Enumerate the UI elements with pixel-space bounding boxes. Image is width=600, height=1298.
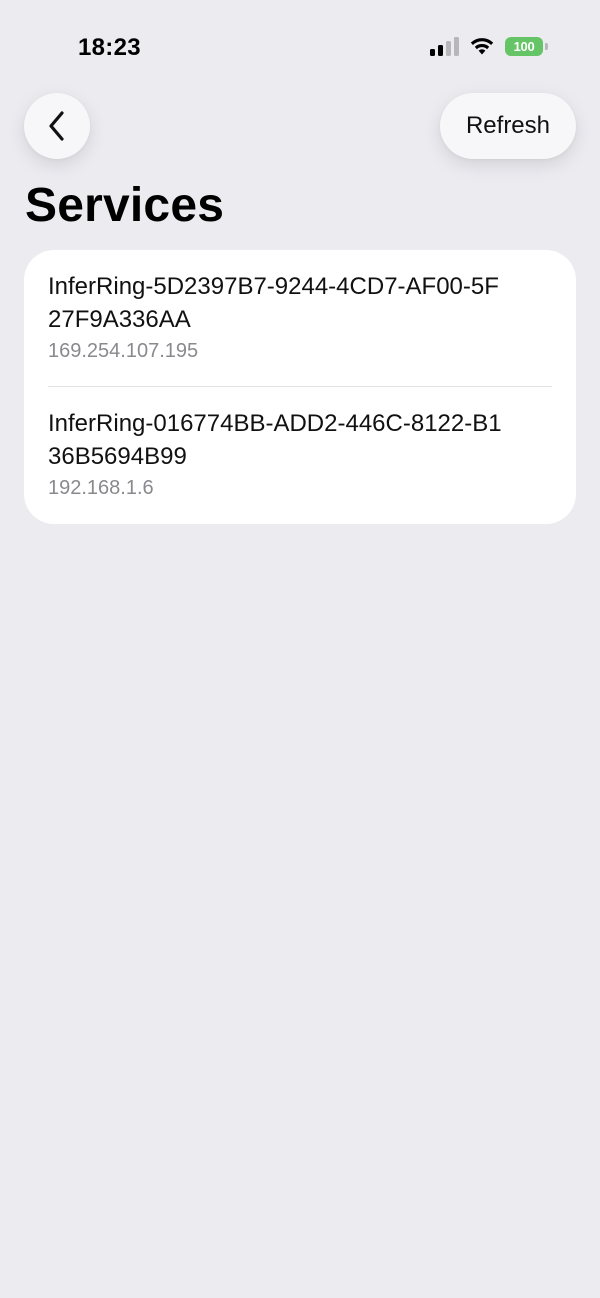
list-divider — [48, 386, 552, 387]
service-item[interactable]: InferRing-016774BB-ADD2-446C-8122-B136B5… — [48, 407, 552, 502]
cellular-signal-icon — [430, 36, 459, 56]
service-ip: 192.168.1.6 — [48, 477, 154, 499]
status-icons: 100 — [430, 36, 548, 56]
service-ip: 169.254.107.195 — [48, 340, 199, 362]
service-item[interactable]: InferRing-5D2397B7-9244-4CD7-AF00-5F27F9… — [48, 270, 552, 365]
chevron-left-icon — [49, 111, 64, 141]
back-button[interactable] — [24, 93, 90, 159]
service-name: InferRing-016774BB-ADD2-446C-8122-B136B5… — [48, 410, 502, 470]
wifi-icon — [470, 38, 494, 55]
status-bar: 18:23 100 — [0, 0, 600, 96]
status-time: 18:23 — [78, 34, 141, 61]
refresh-button[interactable]: Refresh — [440, 93, 576, 159]
page-title: Services — [25, 179, 225, 232]
service-name: InferRing-5D2397B7-9244-4CD7-AF00-5F27F9… — [48, 273, 499, 333]
services-list: InferRing-5D2397B7-9244-4CD7-AF00-5F27F9… — [24, 250, 576, 524]
battery-icon: 100 — [505, 36, 548, 56]
battery-level: 100 — [505, 36, 543, 56]
